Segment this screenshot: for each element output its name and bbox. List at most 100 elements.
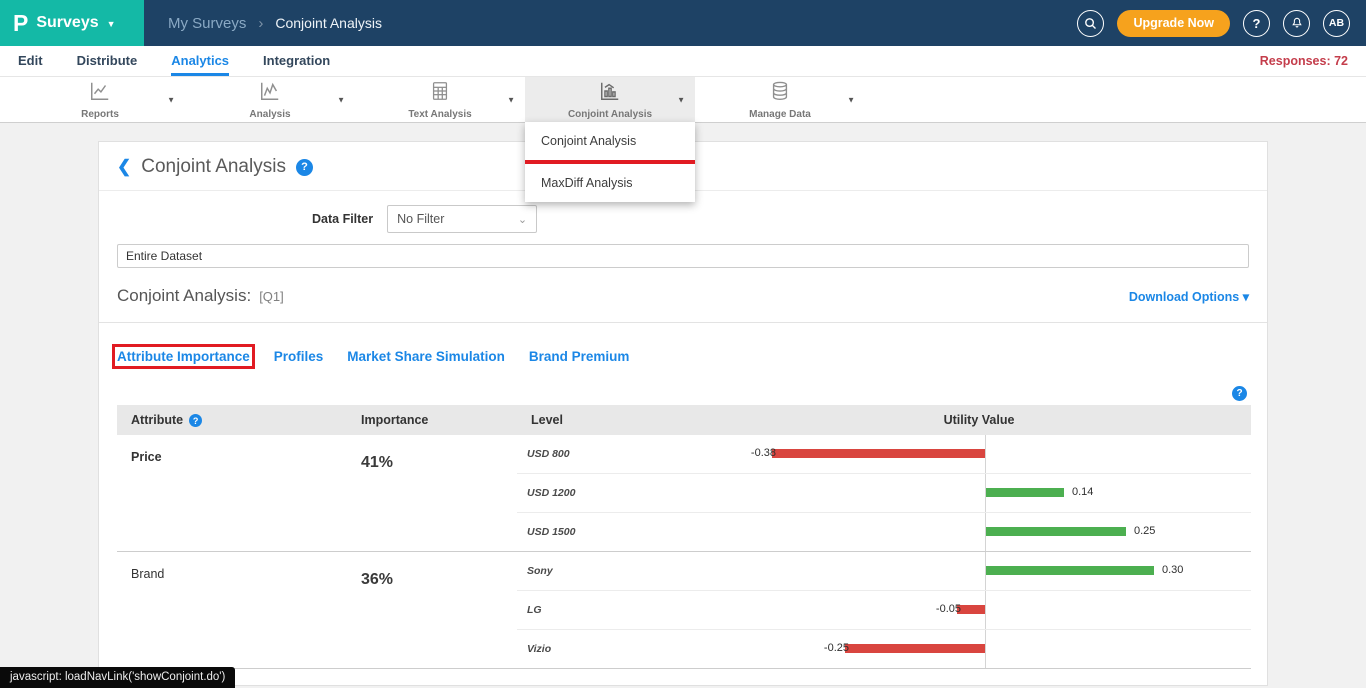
attribute-importance-table: Attribute? Importance Level Utility Valu… <box>117 405 1251 669</box>
tab-distribute[interactable]: Distribute <box>77 46 138 76</box>
report-tab-brand-premium[interactable]: Brand Premium <box>529 349 630 364</box>
zero-axis <box>985 591 986 629</box>
utility-cell: -0.25 <box>707 630 1251 669</box>
chevron-down-icon[interactable]: ▼ <box>507 95 515 104</box>
chevron-down-icon: ▼ <box>107 19 116 29</box>
report-tabs: Attribute Importance Profiles Market Share… <box>99 323 1267 364</box>
col-level: Level <box>517 405 707 435</box>
data-filter-label: Data Filter <box>312 212 373 226</box>
manage-data-icon <box>769 80 791 107</box>
survey-nav: EditDistributeAnalyticsIntegration Respo… <box>0 46 1366 77</box>
attribute-name: Price <box>117 435 347 552</box>
chevron-down-icon[interactable]: ▼ <box>847 95 855 104</box>
table-header-row: Attribute? Importance Level Utility Valu… <box>117 405 1251 435</box>
download-options-link[interactable]: Download Options ▾ <box>1129 289 1249 304</box>
utility-cell: -0.38 <box>707 435 1251 474</box>
analytics-toolbar: Reports ▼ Analysis ▼ Text Analysis ▼ Conjoint … <box>0 77 1366 123</box>
zero-axis <box>985 630 986 668</box>
level-name: USD 1500 <box>517 513 707 552</box>
utility-value-label: -0.25 <box>824 630 849 667</box>
tab-analytics[interactable]: Analytics <box>171 46 229 76</box>
toolbar-item-manage-data[interactable]: Manage Data ▼ <box>695 77 865 122</box>
upgrade-now-button[interactable]: Upgrade Now <box>1117 10 1230 37</box>
chevron-down-icon[interactable]: ▼ <box>167 95 175 104</box>
chevron-down-icon[interactable]: ▼ <box>337 95 345 104</box>
report-tab-market-share-simulation[interactable]: Market Share Simulation <box>347 349 505 364</box>
text-analysis-icon <box>429 80 451 107</box>
utility-value-label: -0.05 <box>936 591 961 628</box>
breadcrumb-my-surveys[interactable]: My Surveys <box>168 15 246 32</box>
utility-value-label: 0.14 <box>1072 474 1093 511</box>
utility-bar <box>986 566 1154 575</box>
table-help-icon[interactable]: ? <box>1232 386 1247 401</box>
analysis-icon <box>259 80 281 107</box>
topbar: P Surveys ▼ My Surveys › Conjoint Analys… <box>0 0 1366 46</box>
toolbar-item-reports[interactable]: Reports ▼ <box>15 77 185 122</box>
toolbar-item-text-analysis[interactable]: Text Analysis ▼ <box>355 77 525 122</box>
toolbar-item-label: Text Analysis <box>408 109 471 120</box>
importance-value: 41% <box>347 435 517 552</box>
notifications-bell-icon[interactable] <box>1283 10 1310 37</box>
back-icon[interactable]: ❮ <box>117 157 131 177</box>
importance-value: 36% <box>347 552 517 669</box>
dataset-input[interactable] <box>117 244 1249 268</box>
product-switcher[interactable]: P Surveys ▼ <box>0 0 144 46</box>
reports-icon <box>89 80 111 107</box>
utility-cell: 0.30 <box>707 552 1251 591</box>
search-icon[interactable] <box>1077 10 1104 37</box>
col-importance: Importance <box>347 405 517 435</box>
menu-item-maxdiff-analysis[interactable]: MaxDiff Analysis <box>525 164 695 202</box>
question-code: [Q1] <box>259 289 284 304</box>
toolbar-item-label: Conjoint Analysis <box>568 109 652 120</box>
report-tab-attribute-importance[interactable]: Attribute Importance <box>117 349 250 364</box>
data-filter-value: No Filter <box>397 212 444 226</box>
dataset-row <box>99 233 1267 268</box>
avatar[interactable]: AB <box>1323 10 1350 37</box>
breadcrumb: My Surveys › Conjoint Analysis <box>168 15 382 32</box>
tab-edit[interactable]: Edit <box>18 46 43 76</box>
level-name: USD 800 <box>517 435 707 474</box>
breadcrumb-separator-icon: › <box>258 15 263 32</box>
level-row: Price41%USD 800-0.38 <box>117 435 1251 474</box>
questionpro-logo-icon: P <box>13 12 28 35</box>
breadcrumb-current: Conjoint Analysis <box>275 15 382 31</box>
utility-cell: -0.05 <box>707 591 1251 630</box>
attribute-help-icon[interactable]: ? <box>189 414 202 427</box>
toolbar-item-label: Reports <box>81 109 119 120</box>
utility-bar <box>957 605 985 614</box>
utility-cell: 0.25 <box>707 513 1251 552</box>
page-background: ❮ Conjoint Analysis ? Data Filter No Fil… <box>0 123 1366 688</box>
topbar-actions: Upgrade Now ? AB <box>1077 10 1366 37</box>
toolbar-item-label: Analysis <box>249 109 290 120</box>
level-name: LG <box>517 591 707 630</box>
utility-bar <box>986 527 1126 536</box>
chevron-down-icon[interactable]: ▼ <box>677 95 685 104</box>
page-title: Conjoint Analysis <box>141 156 286 178</box>
toolbar-item-label: Manage Data <box>749 109 811 120</box>
section-title: Conjoint Analysis:[Q1] <box>117 286 284 306</box>
browser-status-tooltip: javascript: loadNavLink('showConjoint.do… <box>0 667 235 688</box>
level-name: USD 1200 <box>517 474 707 513</box>
toolbar-item-analysis[interactable]: Analysis ▼ <box>185 77 355 122</box>
data-filter-select[interactable]: No Filter ⌄ <box>387 205 537 233</box>
table-help-row: ? <box>99 364 1267 405</box>
level-name: Vizio <box>517 630 707 669</box>
nav-tabs: Edit Distribute Analytics Integration <box>18 46 330 76</box>
help-icon[interactable]: ? <box>1243 10 1270 37</box>
title-help-icon[interactable]: ? <box>296 159 313 176</box>
menu-item-conjoint-analysis[interactable]: Conjoint Analysis <box>525 122 695 160</box>
utility-bar <box>986 488 1064 497</box>
col-attribute: Attribute? <box>117 405 347 435</box>
utility-value-label: -0.38 <box>751 435 776 472</box>
level-row: Brand36%Sony0.30 <box>117 552 1251 591</box>
conjoint-analysis-icon <box>599 80 621 107</box>
conjoint-analysis-dropdown: Conjoint Analysis MaxDiff Analysis <box>525 122 695 202</box>
report-tab-profiles[interactable]: Profiles <box>274 349 324 364</box>
tab-integration[interactable]: Integration <box>263 46 330 76</box>
chevron-down-icon: ⌄ <box>518 213 527 226</box>
utility-bar <box>772 449 985 458</box>
zero-axis <box>985 435 986 473</box>
utility-value-label: 0.30 <box>1162 552 1183 589</box>
utility-cell: 0.14 <box>707 474 1251 513</box>
toolbar-item-conjoint-analysis[interactable]: Conjoint Analysis▼Conjoint AnalysisMaxDi… <box>525 77 695 122</box>
